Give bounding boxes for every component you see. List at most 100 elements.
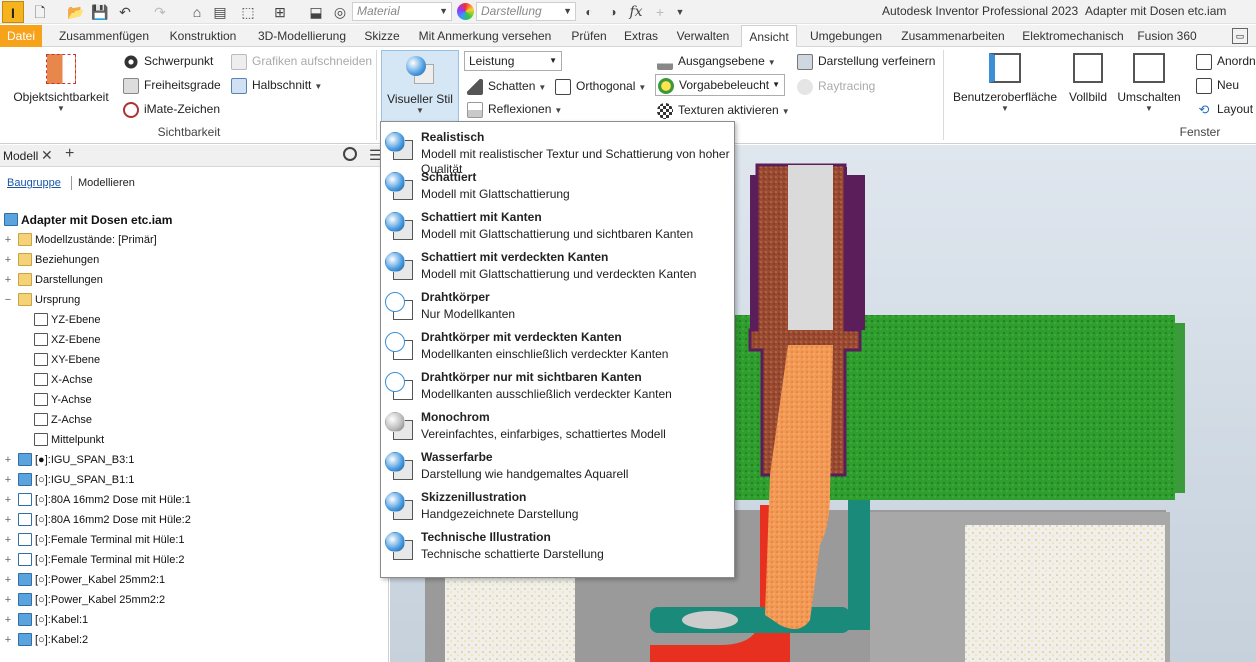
refine-appearance-button[interactable]: Darstellung verfeinern — [797, 51, 935, 71]
expand-icon[interactable]: + — [2, 230, 14, 250]
expand-icon[interactable]: + — [2, 550, 14, 570]
collapse-icon[interactable]: − — [2, 290, 14, 310]
expand-icon[interactable]: + — [2, 510, 14, 530]
tree-item[interactable]: + [○]:IGU_SPAN_B1:1 — [0, 470, 388, 490]
view-modeling-link[interactable]: Modellieren — [78, 177, 135, 189]
browser-tab-model[interactable]: Modell — [3, 149, 38, 163]
expand-icon[interactable]: + — [2, 490, 14, 510]
tab-umgebungen[interactable]: Umgebungen — [803, 25, 889, 47]
expand-icon[interactable]: + — [2, 450, 14, 470]
new-window-button[interactable]: Neu — [1196, 75, 1239, 95]
tab-skizze[interactable]: Skizze — [360, 25, 404, 47]
undo-icon[interactable]: ↶ — [115, 1, 135, 23]
tree-item[interactable]: YZ-Ebene — [0, 310, 388, 330]
tree-item[interactable]: Y-Achse — [0, 390, 388, 410]
adjust-appearance-icon[interactable]: ◑ — [603, 1, 623, 23]
visual-style-button[interactable]: Visueller Stil ▼ — [381, 50, 459, 124]
close-icon[interactable]: ✕ — [41, 147, 53, 164]
tab-elektromechanisch[interactable]: Elektromechanisch — [1017, 25, 1129, 47]
tree-item[interactable]: + [○]:Power_Kabel 25mm2:2 — [0, 590, 388, 610]
expand-icon[interactable]: + — [2, 250, 14, 270]
expand-icon[interactable]: + — [2, 530, 14, 550]
expand-icon[interactable]: + — [2, 610, 14, 630]
visual-style-item[interactable]: Schattiert mit Kanten Modell mit Glattsch… — [381, 206, 734, 246]
tree-item[interactable]: − Ursprung — [0, 290, 388, 310]
select-icon[interactable]: ⬚ — [238, 1, 258, 23]
tab-mit-anmerkung[interactable]: Mit Anmerkung versehen — [410, 25, 560, 47]
tab-fusion-360[interactable]: Fusion 360 — [1135, 25, 1199, 47]
parameters-fx-icon[interactable]: fx — [626, 1, 646, 23]
tree-item[interactable]: XY-Ebene — [0, 350, 388, 370]
open-folder-icon[interactable]: 📂 — [66, 1, 86, 23]
expand-icon[interactable]: + — [2, 590, 14, 610]
tree-item[interactable]: Adapter mit Dosen etc.iam — [0, 210, 388, 230]
slice-graphics-button[interactable]: Grafiken aufschneiden — [231, 51, 372, 71]
redo-icon[interactable]: ↷ — [150, 1, 170, 23]
lighting-select[interactable]: Vorgabebeleucht ▼ — [655, 74, 785, 96]
tree-item[interactable]: + [●]:IGU_SPAN_B3:1 — [0, 450, 388, 470]
visual-style-item[interactable]: Monochrom Vereinfachtes, einfarbiges, sch… — [381, 406, 734, 446]
tree-item[interactable]: + Darstellungen — [0, 270, 388, 290]
material-combo[interactable]: Material ▼ — [352, 2, 452, 21]
tab-extras[interactable]: Extras — [618, 25, 664, 47]
shadows-button[interactable]: Schatten ▼ — [467, 76, 546, 96]
visual-style-item[interactable]: Skizzenillustration Handgezeichnete Darst… — [381, 486, 734, 526]
dof-button[interactable]: Freiheitsgrade — [123, 75, 221, 95]
tree-item[interactable]: + [○]:Kabel:2 — [0, 630, 388, 650]
add-browser-icon[interactable]: + — [65, 145, 74, 163]
tree-item[interactable]: + Modellzustände: [Primär] — [0, 230, 388, 250]
textures-button[interactable]: Texturen aktivieren ▼ — [657, 100, 790, 120]
ground-plane-button[interactable]: Ausgangsebene ▼ — [657, 51, 776, 71]
home-icon[interactable]: ⌂ — [187, 1, 207, 23]
orthographic-button[interactable]: Orthogonal ▼ — [555, 76, 646, 96]
ribbon-expand-icon[interactable]: ▭ — [1232, 28, 1248, 44]
new-file-icon[interactable]: 🗋 — [30, 1, 50, 23]
visual-style-item[interactable]: Realistisch Modell mit realistischer Text… — [381, 126, 734, 176]
appearance-combo[interactable]: Darstellung ▼ — [476, 2, 576, 21]
tree-item[interactable]: + [○]:80A 16mm2 Dose mit Hüle:1 — [0, 490, 388, 510]
tree-item[interactable]: + [○]:80A 16mm2 Dose mit Hüle:2 — [0, 510, 388, 530]
arrange-button[interactable]: Anordn — [1196, 51, 1256, 71]
customize-qat-icon[interactable]: ▼ — [670, 1, 690, 23]
tab-pruefen[interactable]: Prüfen — [566, 25, 612, 47]
visual-style-item[interactable]: Drahtkörper nur mit sichtbaren Kanten Mod… — [381, 366, 734, 406]
raytracing-button[interactable]: Raytracing — [797, 76, 875, 96]
measure-icon[interactable]: ⊞ — [270, 1, 290, 23]
expand-icon[interactable]: + — [2, 570, 14, 590]
visual-style-item[interactable]: Schattiert Modell mit Glattschattierung — [381, 166, 734, 206]
tree-item[interactable]: + Beziehungen — [0, 250, 388, 270]
layout-button[interactable]: ⟲ Layout — [1196, 99, 1253, 119]
tree-item[interactable]: XZ-Ebene — [0, 330, 388, 350]
visual-style-item[interactable]: Drahtkörper Nur Modellkanten — [381, 286, 734, 326]
tree-item[interactable]: + [○]:Power_Kabel 25mm2:1 — [0, 570, 388, 590]
tree-item[interactable]: Z-Achse — [0, 410, 388, 430]
tree-item[interactable]: + [○]:Female Terminal mit Hüle:1 — [0, 530, 388, 550]
visual-style-item[interactable]: Schattiert mit verdeckten Kanten Modell m… — [381, 246, 734, 286]
fullscreen-button[interactable]: Vollbild — [1064, 51, 1112, 104]
search-icon[interactable] — [343, 147, 357, 161]
tree-item[interactable]: + [○]:Female Terminal mit Hüle:2 — [0, 550, 388, 570]
expand-icon[interactable]: + — [2, 470, 14, 490]
tab-ansicht[interactable]: Ansicht — [741, 25, 797, 48]
visual-style-item[interactable]: Drahtkörper mit verdeckten Kanten Modellk… — [381, 326, 734, 366]
half-section-button[interactable]: Halbschnitt ▼ — [231, 75, 322, 95]
user-interface-button[interactable]: Benutzeroberfläche ▼ — [950, 51, 1060, 113]
clear-appearance-icon[interactable]: ◐ — [579, 1, 599, 23]
tab-datei[interactable]: Datei — [0, 25, 42, 47]
view-assembly-link[interactable]: Baugruppe — [7, 177, 61, 189]
object-visibility-button[interactable]: Objektsichtbarkeit ▼ — [8, 51, 114, 113]
tab-zusammenfuegen[interactable]: Zusammenfügen — [50, 25, 158, 47]
tab-3d-modellierung[interactable]: 3D-Modellierung — [250, 25, 354, 47]
tree-item[interactable]: + [○]:Kabel:1 — [0, 610, 388, 630]
imate-button[interactable]: iMate-Zeichen — [123, 99, 220, 119]
properties-icon[interactable]: ▤ — [210, 1, 230, 23]
visual-style-item[interactable]: Technische Illustration Technische schatt… — [381, 526, 734, 566]
save-icon[interactable]: 💾 — [90, 1, 110, 23]
tab-zusammenarbeiten[interactable]: Zusammenarbeiten — [895, 25, 1011, 47]
tree-item[interactable]: Mittelpunkt — [0, 430, 388, 450]
tab-konstruktion[interactable]: Konstruktion — [162, 25, 244, 47]
performance-select[interactable]: Leistung ▼ — [464, 51, 562, 71]
expand-icon[interactable]: + — [2, 270, 14, 290]
switch-window-button[interactable]: Umschalten ▼ — [1116, 51, 1182, 113]
update-icon[interactable]: ⬓ — [306, 1, 326, 23]
